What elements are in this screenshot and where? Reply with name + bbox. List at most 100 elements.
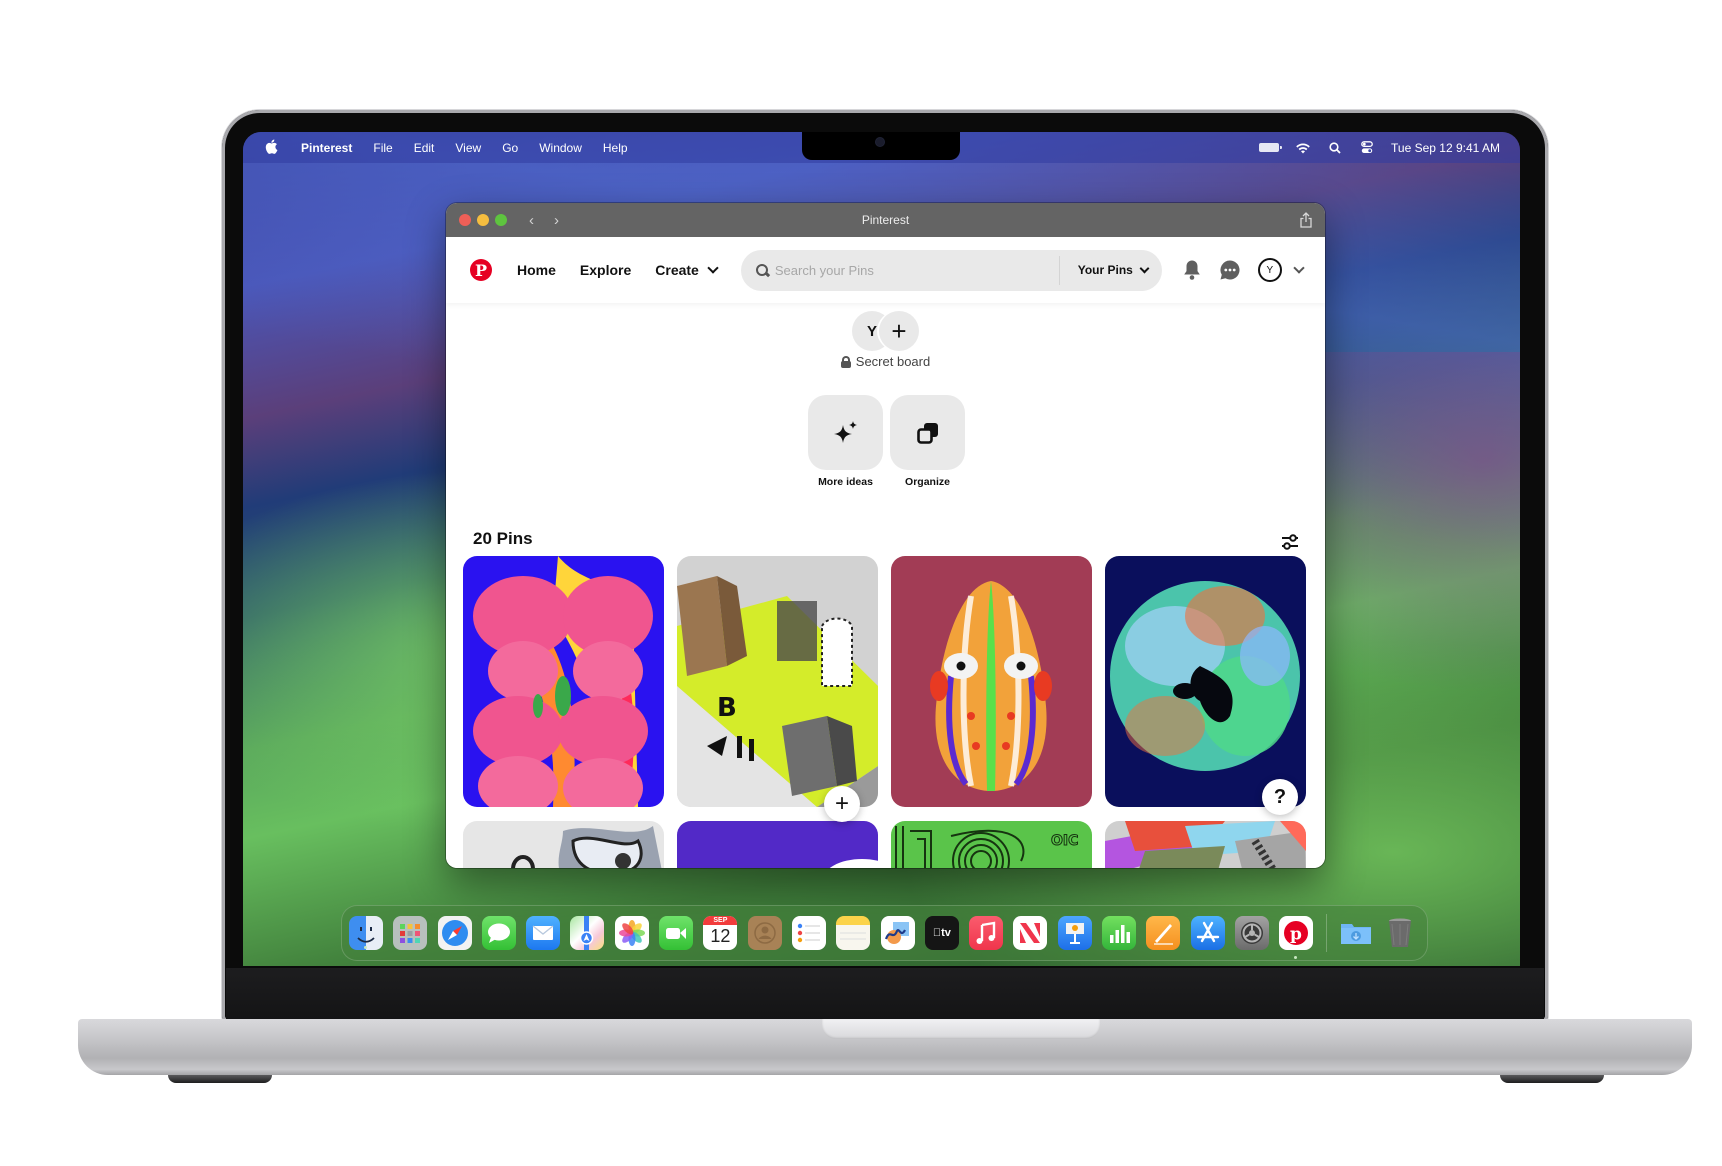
chevron-down-icon	[1139, 263, 1150, 273]
menu-edit[interactable]: Edit	[414, 141, 435, 155]
nav-home[interactable]: Home	[517, 262, 556, 278]
pin-card[interactable]: OIC	[891, 821, 1092, 868]
dock-maps[interactable]	[570, 916, 605, 950]
dock-downloads[interactable]	[1339, 916, 1373, 950]
messages-app-icon	[487, 923, 510, 943]
search-bar[interactable]: Your Pins	[740, 249, 1162, 291]
minimize-window-button[interactable]	[477, 214, 489, 226]
numbers-icon	[1110, 925, 1131, 943]
add-collaborator-button[interactable]: +	[879, 311, 919, 351]
dock-news[interactable]	[1013, 916, 1048, 950]
pin-image-isometric-shapes: B	[677, 556, 878, 807]
help-button[interactable]: ?	[1262, 779, 1298, 815]
launchpad-icon	[400, 924, 421, 943]
pinterest-logo[interactable]: P	[470, 259, 492, 281]
account-chevron-down-icon[interactable]	[1293, 262, 1305, 274]
nav-explore[interactable]: Explore	[580, 262, 631, 278]
apple-menu-icon[interactable]	[265, 139, 278, 157]
keynote-icon	[1065, 923, 1084, 944]
dock-facetime[interactable]	[659, 916, 694, 950]
zoom-window-button[interactable]	[495, 214, 507, 226]
dock-tv[interactable]: tv	[924, 916, 959, 950]
contacts-icon	[753, 922, 776, 944]
filter-settings-icon[interactable]	[1281, 533, 1299, 551]
menu-go[interactable]: Go	[502, 141, 518, 155]
menu-file[interactable]: File	[373, 141, 392, 155]
control-center-icon[interactable]	[1359, 141, 1375, 155]
reminders-icon	[797, 923, 820, 943]
menu-view[interactable]: View	[455, 141, 481, 155]
window-title: Pinterest	[861, 213, 910, 227]
photos-icon	[618, 920, 645, 946]
back-button[interactable]: ‹	[529, 212, 534, 229]
menu-help[interactable]: Help	[603, 141, 628, 155]
pin-card[interactable]	[1105, 821, 1306, 868]
dock-pinterest[interactable]: p	[1279, 916, 1314, 959]
camera-notch	[802, 132, 960, 160]
dock-safari[interactable]	[437, 916, 472, 950]
pin-card[interactable]	[1105, 556, 1306, 807]
lid-opening-notch	[822, 1019, 1100, 1039]
forward-button[interactable]: ›	[554, 212, 559, 229]
dock-reminders[interactable]	[791, 916, 826, 950]
music-icon	[976, 921, 996, 944]
pinterest-window: ‹ › Pinterest P Home Explore Create Yo	[446, 203, 1325, 868]
window-titlebar[interactable]: ‹ › Pinterest	[446, 203, 1325, 237]
pin-card[interactable]: B	[677, 556, 878, 807]
pin-card[interactable]	[463, 556, 664, 807]
battery-icon[interactable]	[1259, 143, 1283, 152]
pinterest-header: P Home Explore Create Your Pins	[446, 237, 1325, 303]
pin-card[interactable]	[891, 556, 1092, 807]
more-ideas-action[interactable]: More ideas	[808, 395, 883, 488]
pin-card[interactable]	[677, 821, 878, 868]
settings-gear-icon	[1240, 922, 1263, 944]
pin-image-paint-strokes	[1105, 821, 1306, 868]
dock-mail[interactable]	[526, 916, 561, 950]
dock-contacts[interactable]	[747, 916, 782, 950]
dock-keynote[interactable]	[1057, 916, 1092, 950]
organize-action[interactable]: Organize	[890, 395, 965, 488]
laptop-foot-left	[168, 1075, 272, 1083]
dock-numbers[interactable]	[1102, 916, 1137, 950]
sparkle-icon	[833, 420, 857, 443]
menu-clock[interactable]: Tue Sep 12 9:41 AM	[1391, 141, 1500, 155]
laptop-base	[78, 1019, 1692, 1075]
search-scope-label: Your Pins	[1077, 263, 1133, 277]
add-pin-button[interactable]: +	[824, 786, 860, 822]
profile-avatar[interactable]: Y	[1257, 258, 1282, 282]
organize-icon	[916, 422, 938, 444]
dock: SEP 12 tv	[341, 905, 1428, 961]
search-input[interactable]	[774, 262, 1055, 278]
camera-icon	[876, 138, 884, 146]
menu-app-name[interactable]: Pinterest	[301, 141, 352, 155]
dock-calendar[interactable]: SEP 12	[703, 916, 738, 950]
pages-icon	[1154, 924, 1174, 945]
search-scope-dropdown[interactable]: Your Pins	[1077, 250, 1150, 291]
dock-music[interactable]	[969, 916, 1004, 950]
dock-freeform[interactable]	[880, 916, 915, 950]
messages-icon[interactable]	[1219, 259, 1241, 281]
organize-button[interactable]	[890, 395, 965, 470]
pin-card[interactable]	[463, 821, 664, 868]
menu-window[interactable]: Window	[539, 141, 582, 155]
dock-launchpad[interactable]	[393, 916, 428, 950]
dock-trash[interactable]	[1383, 916, 1417, 950]
notifications-bell-icon[interactable]	[1182, 259, 1202, 281]
close-window-button[interactable]	[459, 214, 471, 226]
search-icon	[755, 263, 769, 277]
dock-finder[interactable]	[349, 916, 383, 950]
dock-photos[interactable]	[614, 916, 649, 950]
dock-pages[interactable]	[1146, 916, 1181, 950]
dock-messages[interactable]	[481, 916, 516, 950]
more-ideas-label: More ideas	[818, 476, 873, 488]
more-ideas-button[interactable]	[808, 395, 883, 470]
nav-create-label: Create	[655, 262, 699, 278]
nav-create[interactable]: Create	[655, 262, 719, 278]
dock-system-settings[interactable]	[1234, 916, 1269, 950]
dock-app-store[interactable]	[1190, 916, 1225, 950]
wifi-icon[interactable]	[1295, 141, 1311, 155]
share-icon[interactable]	[1299, 212, 1313, 228]
spotlight-search-icon[interactable]	[1327, 141, 1343, 155]
dock-notes[interactable]	[836, 916, 871, 950]
pin-image-purple-blob	[677, 821, 878, 868]
